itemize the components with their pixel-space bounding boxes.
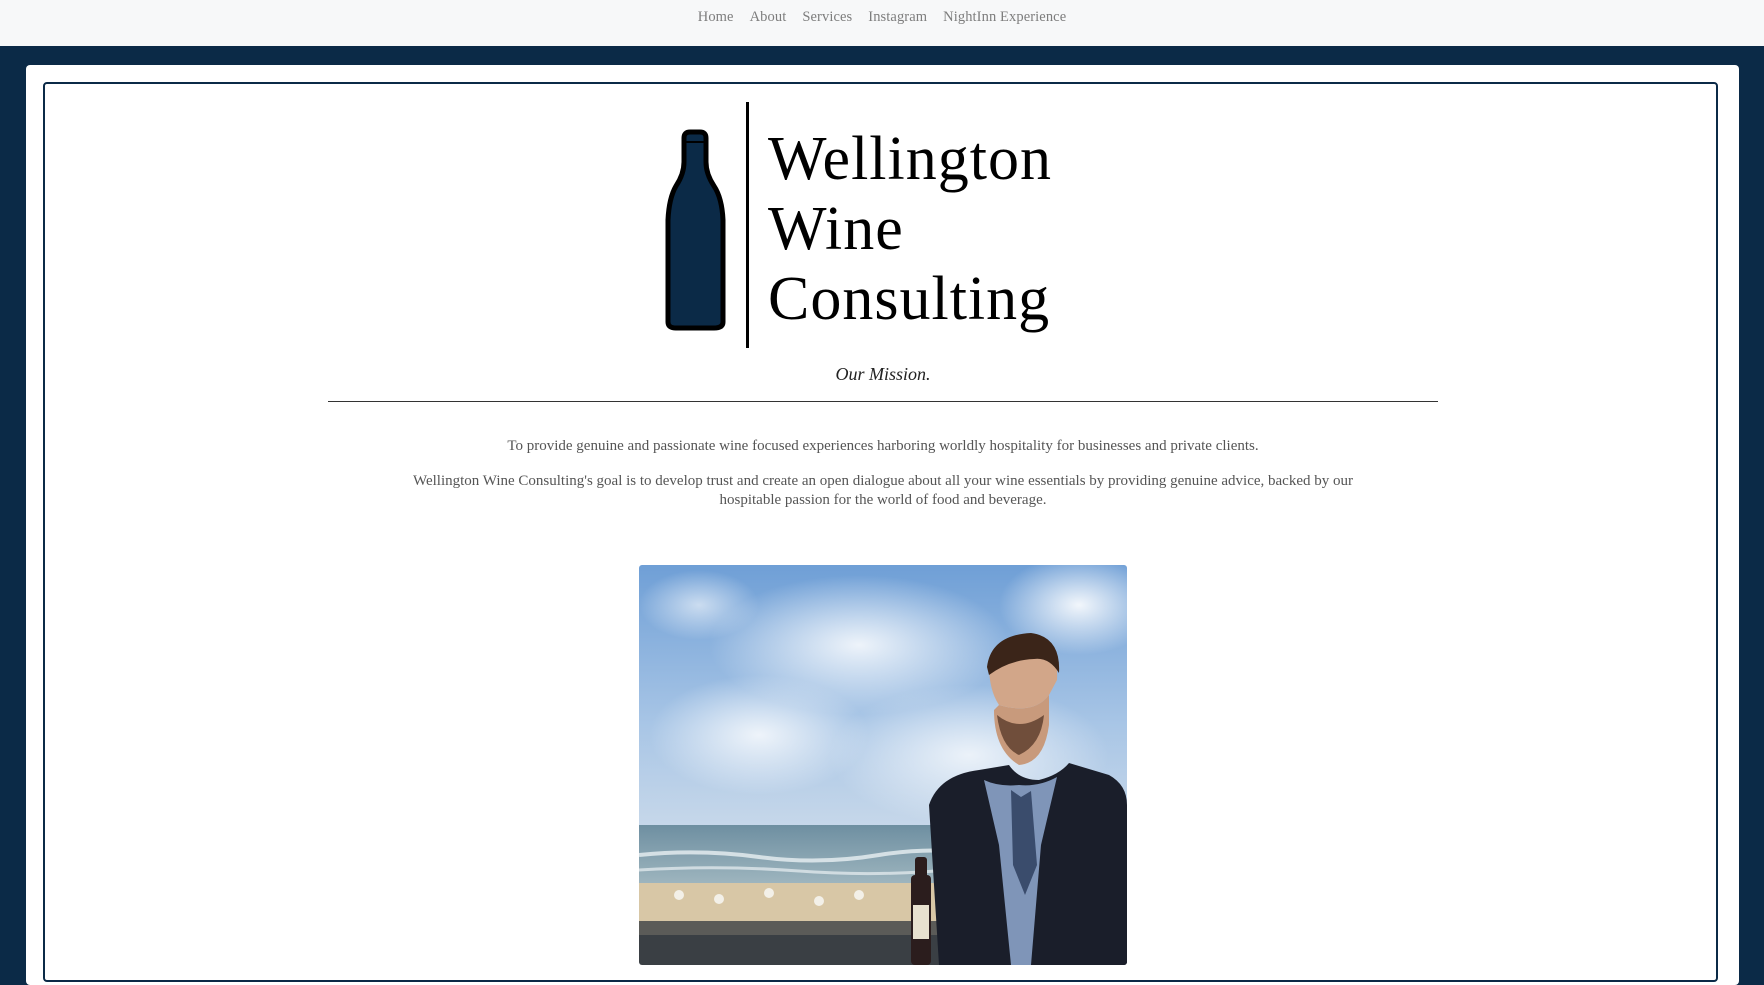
- mission-paragraph-1: To provide genuine and passionate wine f…: [507, 438, 1259, 454]
- mission-paragraph-2: Wellington Wine Consulting's goal is to …: [413, 473, 1353, 508]
- brand-name: Wellington Wine Consulting: [768, 124, 1052, 334]
- consultant-photo: [639, 565, 1127, 965]
- brand-name-line2: Wine: [768, 195, 904, 263]
- mission-heading: Our Mission.: [835, 364, 931, 384]
- brand-name-line1: Wellington: [768, 125, 1052, 193]
- brand-logo: Wellington Wine Consulting: [654, 102, 1094, 352]
- brand-name-line3: Consulting: [768, 265, 1051, 333]
- logo-divider: [746, 102, 749, 348]
- nav-link-instagram[interactable]: Instagram: [868, 9, 927, 25]
- nav-link-about[interactable]: About: [750, 9, 787, 25]
- top-navigation: Home About Services Instagram NightInn E…: [0, 0, 1764, 46]
- nav-link-nightinn-experience[interactable]: NightInn Experience: [943, 9, 1066, 25]
- wine-bottle-icon: [665, 129, 726, 331]
- nav-link-home[interactable]: Home: [698, 9, 734, 25]
- nav-link-services[interactable]: Services: [802, 9, 852, 25]
- nav-list: Home About Services Instagram NightInn E…: [698, 8, 1067, 26]
- mission-divider: [328, 401, 1438, 402]
